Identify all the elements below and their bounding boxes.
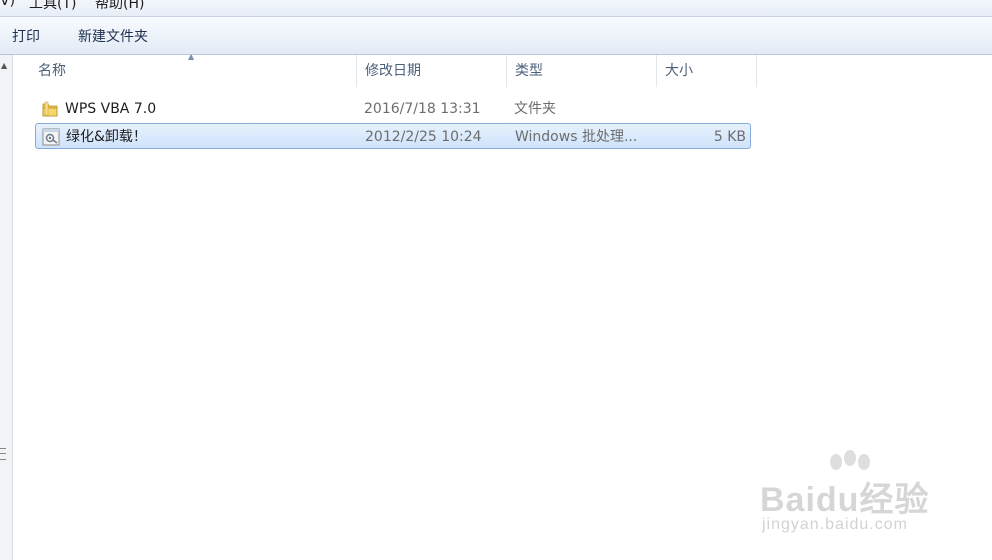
navigation-pane[interactable]: ▲ — [0, 55, 13, 560]
file-modified-date: 2016/7/18 13:31 — [364, 101, 481, 117]
file-type: 文件夹 — [514, 101, 556, 117]
file-modified-date: 2012/2/25 10:24 — [365, 129, 482, 145]
baidu-watermark: Baidu经验 jingyan.baidu.com — [760, 450, 980, 545]
file-row-wps-vba[interactable]: WPS VBA 7.0 2016/7/18 13:31 文件夹 — [35, 96, 751, 122]
paw-icon — [830, 450, 870, 470]
file-name: 绿化&卸载！ — [66, 129, 147, 145]
column-header-modified-label: 修改日期 — [365, 63, 421, 79]
print-button[interactable]: 打印 — [12, 26, 40, 46]
scroll-up-icon[interactable]: ▲ — [1, 61, 7, 70]
column-header-name-label: 名称 — [38, 63, 66, 79]
file-size: 5 KB — [713, 129, 746, 145]
batch-file-icon — [42, 128, 60, 146]
watermark-url: jingyan.baidu.com — [762, 516, 908, 533]
pane-resize-grip-icon[interactable] — [0, 448, 6, 460]
column-header-name[interactable]: 名称 — [30, 55, 357, 87]
watermark-logo: Baidu经验 — [760, 481, 930, 519]
column-header-type[interactable]: 类型 — [507, 55, 657, 87]
menu-item-help[interactable]: 帮助(H) — [95, 0, 144, 13]
file-name: WPS VBA 7.0 — [65, 101, 157, 117]
new-folder-button[interactable]: 新建文件夹 — [78, 26, 148, 46]
column-header-type-label: 类型 — [515, 63, 543, 79]
menu-item-view[interactable]: V) — [0, 0, 15, 9]
menu-item-tools[interactable]: 工具(T) — [29, 0, 76, 13]
column-header-size-label: 大小 — [665, 63, 693, 79]
menu-bar: V) 工具(T) 帮助(H) — [0, 0, 992, 17]
toolbar: 打印 新建文件夹 — [0, 17, 992, 55]
column-header-size[interactable]: 大小 — [657, 55, 757, 87]
file-row-batch[interactable]: 绿化&卸载！ 2012/2/25 10:24 Windows 批处理... 5 … — [35, 123, 751, 149]
folder-icon — [42, 101, 58, 117]
file-type: Windows 批处理... — [515, 129, 638, 145]
column-header-modified[interactable]: 修改日期 — [357, 55, 507, 87]
